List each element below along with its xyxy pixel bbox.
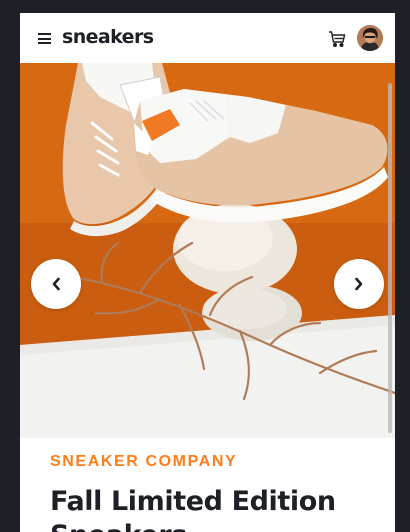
scrollbar-thumb[interactable] (388, 83, 392, 433)
next-image-button[interactable] (334, 259, 384, 309)
chevron-left-icon (52, 277, 60, 291)
product-title: Fall Limited Edition Sneakers (50, 486, 336, 532)
company-name: SNEAKER COMPANY (50, 453, 238, 470)
user-avatar[interactable] (357, 25, 383, 51)
product-details: SNEAKER COMPANY Fall Limited Edition Sne… (20, 438, 395, 532)
cart-icon[interactable] (328, 30, 346, 48)
sneakers-photo (20, 63, 395, 438)
site-logo[interactable]: sneakers (62, 26, 154, 48)
chevron-right-icon (355, 277, 363, 291)
previous-image-button[interactable] (31, 259, 81, 309)
top-navbar: sneakers (20, 13, 395, 63)
product-image[interactable] (20, 63, 395, 438)
app-frame: sneakers SNEAKER COMPANY Fall Limited Ed… (20, 13, 395, 532)
hamburger-menu-icon[interactable] (38, 33, 51, 44)
